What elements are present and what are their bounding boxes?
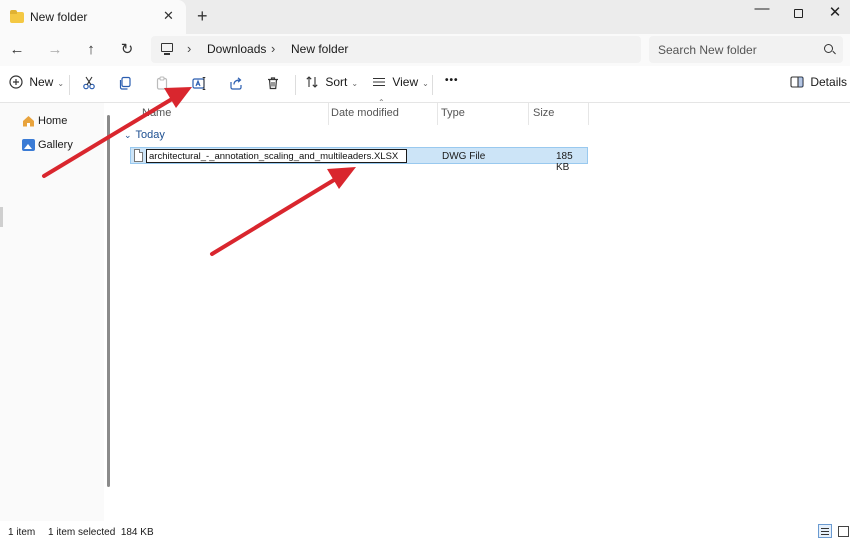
column-divider[interactable] (588, 103, 589, 125)
chevron-down-icon: ⌄ (422, 79, 429, 88)
title-bar: New folder ✕ + — ✕ (0, 0, 850, 34)
search-icon[interactable] (824, 44, 833, 53)
forward-button[interactable]: → (44, 39, 66, 61)
group-header-today[interactable]: ⌄ Today (124, 129, 165, 141)
rename-field[interactable] (146, 149, 407, 163)
breadcrumb-new-folder[interactable]: New folder (291, 42, 348, 56)
divider (295, 75, 296, 95)
share-icon (230, 77, 242, 90)
sidebar-item-label: Gallery (38, 139, 73, 151)
copy-button[interactable] (117, 76, 133, 92)
cut-button[interactable] (81, 76, 97, 92)
details-label: Details (810, 75, 848, 89)
search-placeholder: Search New folder (658, 43, 757, 57)
home-icon (23, 116, 34, 127)
file-icon (134, 149, 143, 162)
sidebar-item-label: Home (38, 115, 68, 127)
this-pc-icon[interactable] (161, 43, 173, 55)
rename-button[interactable] (191, 76, 207, 92)
sort-indicator-icon: ⌃ (378, 98, 385, 107)
view-button[interactable]: View ⌄ (372, 75, 429, 95)
column-divider[interactable] (437, 103, 438, 125)
column-header-type[interactable]: Type (441, 107, 465, 119)
tab-new-folder[interactable]: New folder ✕ (0, 0, 186, 34)
breadcrumb-separator-icon[interactable]: › (187, 41, 191, 56)
file-type: DWG File (442, 151, 486, 162)
close-window-button[interactable]: ✕ (825, 3, 845, 23)
address-row: ← → ↑ ↻ › Downloads › New folder Search … (0, 34, 850, 66)
status-selection: 1 item selected 184 KB (48, 527, 154, 538)
paste-icon (156, 76, 168, 90)
details-pane-icon (790, 76, 804, 88)
folder-icon (10, 10, 24, 23)
resize-handle[interactable] (0, 207, 3, 227)
sort-button[interactable]: Sort ⌄ (305, 75, 358, 95)
more-options-button[interactable]: ••• (445, 75, 459, 95)
maximize-button[interactable] (788, 5, 808, 25)
status-item-count: 1 item (8, 527, 36, 538)
new-label: New (29, 75, 54, 89)
view-label: View (392, 75, 419, 89)
details-button[interactable]: Details (790, 75, 847, 95)
breadcrumb[interactable]: › Downloads › New folder (151, 36, 641, 63)
refresh-button[interactable]: ↻ (116, 39, 138, 61)
back-button[interactable]: ← (6, 39, 28, 61)
navigation-pane: Home Gallery (0, 103, 104, 521)
details-view-button[interactable] (818, 524, 832, 538)
add-icon (9, 75, 23, 89)
delete-icon (268, 77, 278, 90)
navigation-pane-scrollbar[interactable] (107, 115, 110, 487)
divider (432, 75, 433, 95)
column-header-size[interactable]: Size (533, 107, 554, 119)
new-button[interactable]: New ⌄ (9, 75, 64, 95)
file-size: 185 KB (556, 151, 573, 173)
status-bar: 1 item 1 item selected 184 KB (0, 521, 850, 540)
tab-title: New folder (30, 10, 88, 24)
tiles-view-button[interactable] (836, 524, 850, 538)
close-tab-icon[interactable]: ✕ (163, 8, 174, 24)
gallery-icon (22, 139, 35, 151)
minimize-button[interactable]: — (752, 0, 772, 20)
group-label: Today (135, 129, 165, 141)
cut-icon (83, 76, 95, 90)
paste-button[interactable] (154, 76, 170, 92)
copy-icon (119, 76, 131, 90)
chevron-down-icon: ⌄ (351, 79, 359, 88)
file-list: Name Date modified ⌃ Type Size ⌄Today DW… (112, 98, 850, 521)
maximize-icon (793, 9, 803, 18)
sort-label: Sort (325, 75, 348, 89)
chevron-down-icon: ⌄ (124, 130, 132, 140)
column-divider[interactable] (328, 103, 329, 125)
delete-button[interactable] (265, 76, 281, 92)
rename-icon (191, 77, 205, 90)
view-icon (373, 77, 385, 87)
sort-icon (306, 76, 318, 88)
breadcrumb-downloads[interactable]: Downloads (207, 42, 266, 56)
divider (69, 75, 70, 95)
column-divider[interactable] (528, 103, 529, 125)
share-button[interactable] (228, 76, 244, 92)
file-explorer-window: New folder ✕ + — ✕ ← → ↑ ↻ › Downloads ›… (0, 0, 850, 540)
breadcrumb-separator-icon[interactable]: › (271, 41, 275, 56)
table-row[interactable]: DWG File 185 KB (130, 147, 588, 173)
up-button[interactable]: ↑ (80, 39, 102, 61)
column-header-name[interactable]: Name (142, 107, 171, 119)
chevron-down-icon: ⌄ (57, 79, 65, 88)
command-bar: New ⌄ Sort ⌄ View ⌄ ••• Details (0, 66, 850, 103)
column-header-date-modified[interactable]: Date modified (331, 107, 399, 119)
search-input[interactable]: Search New folder (649, 36, 843, 63)
new-tab-button[interactable]: + (197, 6, 208, 27)
